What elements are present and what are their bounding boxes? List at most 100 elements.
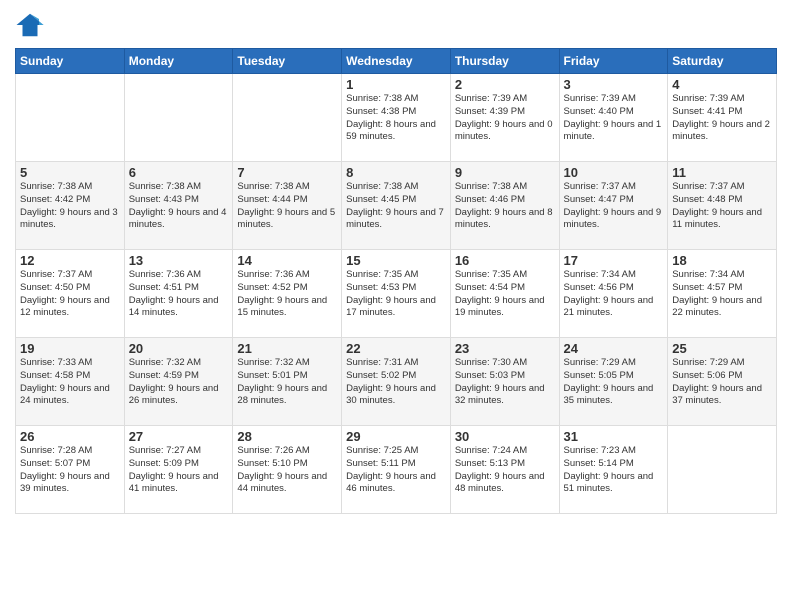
calendar-cell: 31Sunrise: 7:23 AM Sunset: 5:14 PM Dayli…	[559, 426, 668, 514]
day-number: 12	[20, 253, 120, 268]
day-info: Sunrise: 7:23 AM Sunset: 5:14 PM Dayligh…	[564, 445, 664, 496]
weekday-thursday: Thursday	[450, 49, 559, 74]
day-number: 17	[564, 253, 664, 268]
page: SundayMondayTuesdayWednesdayThursdayFrid…	[0, 0, 792, 612]
day-info: Sunrise: 7:28 AM Sunset: 5:07 PM Dayligh…	[20, 445, 120, 496]
day-number: 30	[455, 429, 555, 444]
day-number: 7	[237, 165, 337, 180]
calendar-cell: 20Sunrise: 7:32 AM Sunset: 4:59 PM Dayli…	[124, 338, 233, 426]
day-info: Sunrise: 7:36 AM Sunset: 4:51 PM Dayligh…	[129, 269, 229, 320]
day-info: Sunrise: 7:35 AM Sunset: 4:54 PM Dayligh…	[455, 269, 555, 320]
calendar-cell: 23Sunrise: 7:30 AM Sunset: 5:03 PM Dayli…	[450, 338, 559, 426]
day-info: Sunrise: 7:38 AM Sunset: 4:45 PM Dayligh…	[346, 181, 446, 232]
day-number: 24	[564, 341, 664, 356]
day-number: 13	[129, 253, 229, 268]
calendar-cell: 18Sunrise: 7:34 AM Sunset: 4:57 PM Dayli…	[668, 250, 777, 338]
calendar-cell: 3Sunrise: 7:39 AM Sunset: 4:40 PM Daylig…	[559, 74, 668, 162]
calendar: SundayMondayTuesdayWednesdayThursdayFrid…	[15, 48, 777, 514]
calendar-cell: 19Sunrise: 7:33 AM Sunset: 4:58 PM Dayli…	[16, 338, 125, 426]
day-number: 6	[129, 165, 229, 180]
week-row-3: 12Sunrise: 7:37 AM Sunset: 4:50 PM Dayli…	[16, 250, 777, 338]
day-number: 28	[237, 429, 337, 444]
day-number: 4	[672, 77, 772, 92]
day-info: Sunrise: 7:34 AM Sunset: 4:56 PM Dayligh…	[564, 269, 664, 320]
day-info: Sunrise: 7:39 AM Sunset: 4:39 PM Dayligh…	[455, 93, 555, 144]
day-info: Sunrise: 7:37 AM Sunset: 4:50 PM Dayligh…	[20, 269, 120, 320]
week-row-4: 19Sunrise: 7:33 AM Sunset: 4:58 PM Dayli…	[16, 338, 777, 426]
calendar-cell: 2Sunrise: 7:39 AM Sunset: 4:39 PM Daylig…	[450, 74, 559, 162]
day-number: 26	[20, 429, 120, 444]
logo	[15, 10, 49, 40]
week-row-1: 1Sunrise: 7:38 AM Sunset: 4:38 PM Daylig…	[16, 74, 777, 162]
calendar-cell: 10Sunrise: 7:37 AM Sunset: 4:47 PM Dayli…	[559, 162, 668, 250]
calendar-header: SundayMondayTuesdayWednesdayThursdayFrid…	[16, 49, 777, 74]
day-number: 9	[455, 165, 555, 180]
calendar-cell: 1Sunrise: 7:38 AM Sunset: 4:38 PM Daylig…	[342, 74, 451, 162]
day-number: 25	[672, 341, 772, 356]
day-number: 31	[564, 429, 664, 444]
day-number: 23	[455, 341, 555, 356]
day-number: 22	[346, 341, 446, 356]
day-info: Sunrise: 7:36 AM Sunset: 4:52 PM Dayligh…	[237, 269, 337, 320]
day-number: 29	[346, 429, 446, 444]
calendar-cell: 22Sunrise: 7:31 AM Sunset: 5:02 PM Dayli…	[342, 338, 451, 426]
day-info: Sunrise: 7:35 AM Sunset: 4:53 PM Dayligh…	[346, 269, 446, 320]
calendar-cell: 17Sunrise: 7:34 AM Sunset: 4:56 PM Dayli…	[559, 250, 668, 338]
day-info: Sunrise: 7:24 AM Sunset: 5:13 PM Dayligh…	[455, 445, 555, 496]
calendar-cell	[233, 74, 342, 162]
calendar-cell: 24Sunrise: 7:29 AM Sunset: 5:05 PM Dayli…	[559, 338, 668, 426]
calendar-cell: 11Sunrise: 7:37 AM Sunset: 4:48 PM Dayli…	[668, 162, 777, 250]
weekday-friday: Friday	[559, 49, 668, 74]
calendar-cell: 15Sunrise: 7:35 AM Sunset: 4:53 PM Dayli…	[342, 250, 451, 338]
day-info: Sunrise: 7:26 AM Sunset: 5:10 PM Dayligh…	[237, 445, 337, 496]
calendar-cell: 14Sunrise: 7:36 AM Sunset: 4:52 PM Dayli…	[233, 250, 342, 338]
day-info: Sunrise: 7:32 AM Sunset: 5:01 PM Dayligh…	[237, 357, 337, 408]
day-info: Sunrise: 7:38 AM Sunset: 4:42 PM Dayligh…	[20, 181, 120, 232]
day-info: Sunrise: 7:25 AM Sunset: 5:11 PM Dayligh…	[346, 445, 446, 496]
day-info: Sunrise: 7:29 AM Sunset: 5:06 PM Dayligh…	[672, 357, 772, 408]
calendar-cell: 7Sunrise: 7:38 AM Sunset: 4:44 PM Daylig…	[233, 162, 342, 250]
calendar-cell: 30Sunrise: 7:24 AM Sunset: 5:13 PM Dayli…	[450, 426, 559, 514]
calendar-cell: 27Sunrise: 7:27 AM Sunset: 5:09 PM Dayli…	[124, 426, 233, 514]
day-number: 1	[346, 77, 446, 92]
weekday-sunday: Sunday	[16, 49, 125, 74]
day-number: 27	[129, 429, 229, 444]
day-info: Sunrise: 7:37 AM Sunset: 4:47 PM Dayligh…	[564, 181, 664, 232]
logo-icon	[15, 10, 45, 40]
day-number: 20	[129, 341, 229, 356]
calendar-cell: 8Sunrise: 7:38 AM Sunset: 4:45 PM Daylig…	[342, 162, 451, 250]
calendar-cell: 13Sunrise: 7:36 AM Sunset: 4:51 PM Dayli…	[124, 250, 233, 338]
day-number: 8	[346, 165, 446, 180]
day-info: Sunrise: 7:33 AM Sunset: 4:58 PM Dayligh…	[20, 357, 120, 408]
day-number: 18	[672, 253, 772, 268]
day-number: 14	[237, 253, 337, 268]
day-number: 10	[564, 165, 664, 180]
day-number: 16	[455, 253, 555, 268]
weekday-row: SundayMondayTuesdayWednesdayThursdayFrid…	[16, 49, 777, 74]
calendar-cell: 4Sunrise: 7:39 AM Sunset: 4:41 PM Daylig…	[668, 74, 777, 162]
calendar-cell: 6Sunrise: 7:38 AM Sunset: 4:43 PM Daylig…	[124, 162, 233, 250]
calendar-cell: 28Sunrise: 7:26 AM Sunset: 5:10 PM Dayli…	[233, 426, 342, 514]
calendar-cell: 12Sunrise: 7:37 AM Sunset: 4:50 PM Dayli…	[16, 250, 125, 338]
day-info: Sunrise: 7:38 AM Sunset: 4:44 PM Dayligh…	[237, 181, 337, 232]
day-number: 11	[672, 165, 772, 180]
calendar-cell	[668, 426, 777, 514]
day-info: Sunrise: 7:30 AM Sunset: 5:03 PM Dayligh…	[455, 357, 555, 408]
day-info: Sunrise: 7:27 AM Sunset: 5:09 PM Dayligh…	[129, 445, 229, 496]
calendar-cell	[124, 74, 233, 162]
header	[15, 10, 777, 40]
calendar-cell	[16, 74, 125, 162]
calendar-cell: 29Sunrise: 7:25 AM Sunset: 5:11 PM Dayli…	[342, 426, 451, 514]
weekday-tuesday: Tuesday	[233, 49, 342, 74]
calendar-cell: 25Sunrise: 7:29 AM Sunset: 5:06 PM Dayli…	[668, 338, 777, 426]
day-number: 21	[237, 341, 337, 356]
calendar-cell: 16Sunrise: 7:35 AM Sunset: 4:54 PM Dayli…	[450, 250, 559, 338]
day-number: 15	[346, 253, 446, 268]
day-info: Sunrise: 7:38 AM Sunset: 4:43 PM Dayligh…	[129, 181, 229, 232]
day-info: Sunrise: 7:32 AM Sunset: 4:59 PM Dayligh…	[129, 357, 229, 408]
day-info: Sunrise: 7:34 AM Sunset: 4:57 PM Dayligh…	[672, 269, 772, 320]
weekday-saturday: Saturday	[668, 49, 777, 74]
day-info: Sunrise: 7:31 AM Sunset: 5:02 PM Dayligh…	[346, 357, 446, 408]
day-number: 2	[455, 77, 555, 92]
week-row-5: 26Sunrise: 7:28 AM Sunset: 5:07 PM Dayli…	[16, 426, 777, 514]
